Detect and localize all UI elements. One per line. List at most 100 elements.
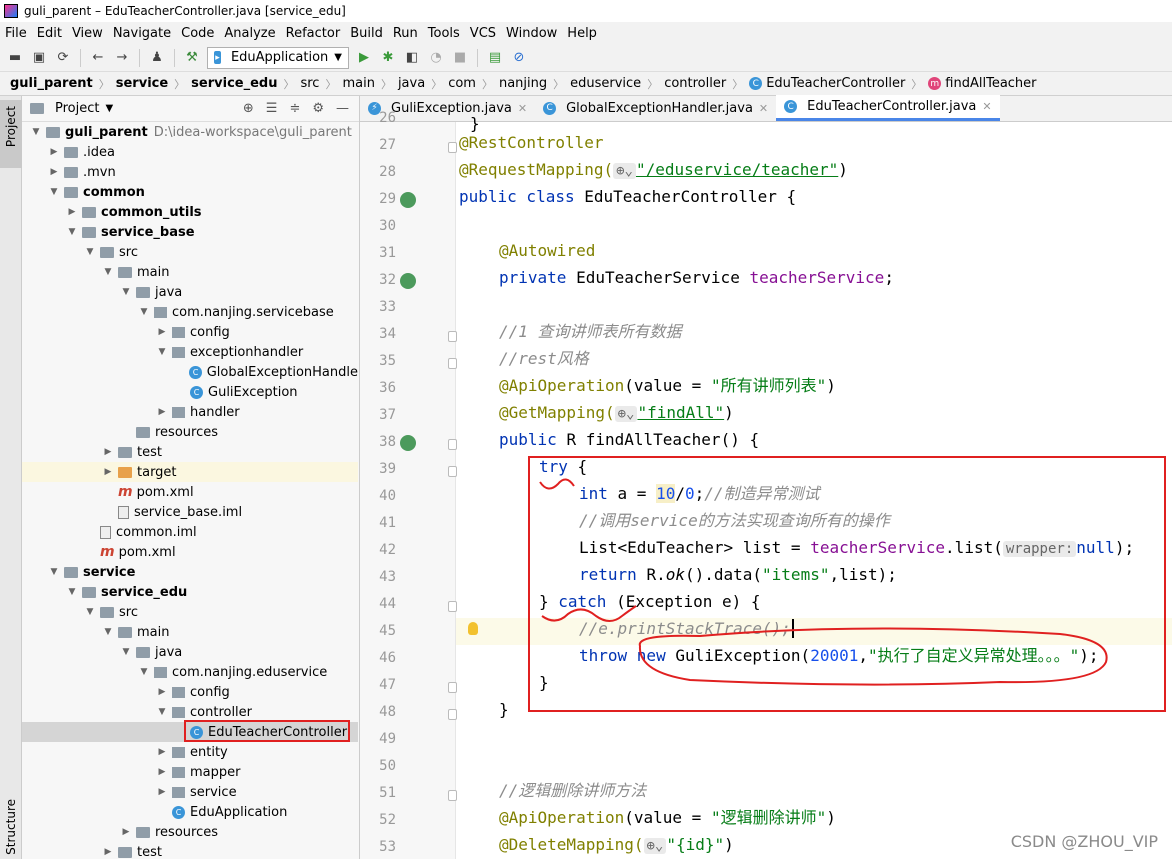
chevron-right-icon[interactable]: ▶	[156, 787, 168, 797]
chevron-down-icon[interactable]: ▼	[48, 187, 60, 197]
tree-item[interactable]: ▼ exceptionhandler	[22, 342, 358, 362]
menu-navigate[interactable]: Navigate	[108, 26, 176, 41]
gear-icon[interactable]: ⚙	[312, 101, 324, 116]
user-icon[interactable]: ♟	[148, 49, 166, 67]
chevron-down-icon[interactable]: ▼	[138, 667, 150, 677]
menu-analyze[interactable]: Analyze	[219, 26, 280, 41]
tree-item[interactable]: ▶ test	[22, 442, 358, 462]
tree-item[interactable]: ▶ test	[22, 842, 358, 862]
tree-item[interactable]: ▼ service_edu	[22, 582, 358, 602]
chevron-right-icon[interactable]: ▶	[156, 327, 168, 337]
tree-item[interactable]: C GlobalExceptionHandle	[22, 362, 358, 382]
chevron-down-icon[interactable]: ▼	[105, 103, 113, 114]
run-icon[interactable]: ▶	[355, 49, 373, 67]
bean-gutter-icon[interactable]	[400, 192, 416, 208]
chevron-right-icon[interactable]: ▶	[48, 167, 60, 177]
tree-item[interactable]: ▶ handler	[22, 402, 358, 422]
code-area[interactable]: 26 27 28 29 30 31 32 33 34 35 36 37 38 3…	[360, 110, 1172, 859]
build-hammer-icon[interactable]: ⚒	[183, 49, 201, 67]
tree-item[interactable]: ▼ controller	[22, 702, 358, 722]
chevron-down-icon[interactable]: ▼	[66, 587, 78, 597]
chevron-down-icon[interactable]: ▼	[120, 287, 132, 297]
sync-icon[interactable]: ⟳	[54, 49, 72, 67]
chevron-right-icon[interactable]: ▶	[120, 827, 132, 837]
minimize-icon[interactable]: —	[336, 101, 349, 116]
fold-marker-icon[interactable]	[448, 439, 457, 450]
menu-vcs[interactable]: VCS	[465, 26, 501, 41]
tree-item[interactable]: ▼ java	[22, 282, 358, 302]
tree-item[interactable]: C GuliException	[22, 382, 358, 402]
tree-item[interactable]: ▼ java	[22, 642, 358, 662]
menu-view[interactable]: View	[67, 26, 108, 41]
close-icon[interactable]: ✕	[518, 102, 527, 115]
project-tool-tab-label[interactable]: Project	[4, 106, 18, 147]
chevron-down-icon[interactable]: ▼	[84, 607, 96, 617]
structure-tool-tab-label[interactable]: Structure	[4, 799, 18, 855]
lightbulb-icon[interactable]	[468, 622, 478, 635]
chevron-right-icon[interactable]: ▶	[156, 407, 168, 417]
menu-file[interactable]: File	[0, 26, 32, 41]
tab-edu-teacher-controller[interactable]: C EduTeacherController.java ✕	[776, 95, 1000, 121]
breadcrumb-item[interactable]: m findAllTeacher	[928, 76, 1037, 91]
tree-item[interactable]: C EduApplication	[22, 802, 358, 822]
tree-item[interactable]: ▼ src	[22, 602, 358, 622]
tree-item[interactable]: ▼ common	[22, 182, 358, 202]
tree-item[interactable]: ▼ main	[22, 262, 358, 282]
breadcrumb-item[interactable]: com	[448, 76, 476, 91]
open-folder-icon[interactable]: ▬	[6, 49, 24, 67]
tree-item[interactable]: ▼ guli_parent D:\idea-workspace\guli_paren…	[22, 122, 358, 142]
fold-marker-icon[interactable]	[448, 709, 457, 720]
breadcrumb-item[interactable]: guli_parent	[10, 76, 93, 91]
fold-marker-icon[interactable]	[448, 358, 457, 369]
coverage-icon[interactable]: ◧	[403, 49, 421, 67]
tree-item[interactable]: ▶ config	[22, 322, 358, 342]
tree-item[interactable]: ▼ service_base	[22, 222, 358, 242]
tree-item[interactable]: ▶ target	[22, 462, 358, 482]
forward-arrow-icon[interactable]: →	[113, 49, 131, 67]
tree-item[interactable]: ▶ entity	[22, 742, 358, 762]
tree-item[interactable]: ▼ src	[22, 242, 358, 262]
save-all-icon[interactable]: ▣	[30, 49, 48, 67]
chevron-down-icon[interactable]: ▼	[156, 347, 168, 357]
tree-item[interactable]: service_base.iml	[22, 502, 358, 522]
menu-refactor[interactable]: Refactor	[281, 26, 346, 41]
menu-code[interactable]: Code	[176, 26, 219, 41]
breadcrumb-item[interactable]: service_edu	[191, 76, 277, 91]
no-entry-icon[interactable]: ⊘	[510, 49, 528, 67]
chevron-down-icon[interactable]: ▼	[102, 267, 114, 277]
chevron-down-icon[interactable]: ▼	[66, 227, 78, 237]
tree-item[interactable]: ▶ .mvn	[22, 162, 358, 182]
web-icon[interactable]: ⊕⌄	[613, 163, 636, 179]
stop-icon[interactable]: ■	[451, 49, 469, 67]
chevron-right-icon[interactable]: ▶	[102, 467, 114, 477]
tree-item[interactable]: m pom.xml	[22, 542, 358, 562]
tree-item[interactable]: common.iml	[22, 522, 358, 542]
collapse-all-icon[interactable]: ≑	[289, 101, 300, 116]
tree-item[interactable]: ▶ common_utils	[22, 202, 358, 222]
breadcrumb-item[interactable]: eduservice	[570, 76, 641, 91]
tree-item[interactable]: ▶ service	[22, 782, 358, 802]
breadcrumb-item[interactable]: src	[300, 76, 319, 91]
tree-item[interactable]: ▼ com.nanjing.eduservice	[22, 662, 358, 682]
fold-marker-icon[interactable]	[448, 142, 457, 153]
menu-edit[interactable]: Edit	[32, 26, 67, 41]
breadcrumb-item[interactable]: service	[116, 76, 168, 91]
tree-item[interactable]: ▶ config	[22, 682, 358, 702]
chevron-right-icon[interactable]: ▶	[156, 687, 168, 697]
chevron-right-icon[interactable]: ▶	[66, 207, 78, 217]
chevron-down-icon[interactable]: ▼	[156, 707, 168, 717]
menu-run[interactable]: Run	[388, 26, 423, 41]
chevron-down-icon[interactable]: ▼	[84, 247, 96, 257]
close-icon[interactable]: ✕	[759, 102, 768, 115]
run-config-select[interactable]: ▸ EduApplication ▼	[207, 46, 349, 69]
fold-marker-icon[interactable]	[448, 790, 457, 801]
project-panel-title[interactable]: Project	[55, 101, 99, 116]
menu-help[interactable]: Help	[562, 26, 602, 41]
chevron-down-icon[interactable]: ▼	[48, 567, 60, 577]
tab-global-exception-handler[interactable]: C GlobalExceptionHandler.java ✕	[535, 95, 776, 121]
breadcrumb-item[interactable]: main	[342, 76, 374, 91]
chevron-down-icon[interactable]: ▼	[120, 647, 132, 657]
fold-marker-icon[interactable]	[448, 466, 457, 477]
web-icon[interactable]: ⊕⌄	[614, 406, 638, 422]
chevron-right-icon[interactable]: ▶	[102, 447, 114, 457]
